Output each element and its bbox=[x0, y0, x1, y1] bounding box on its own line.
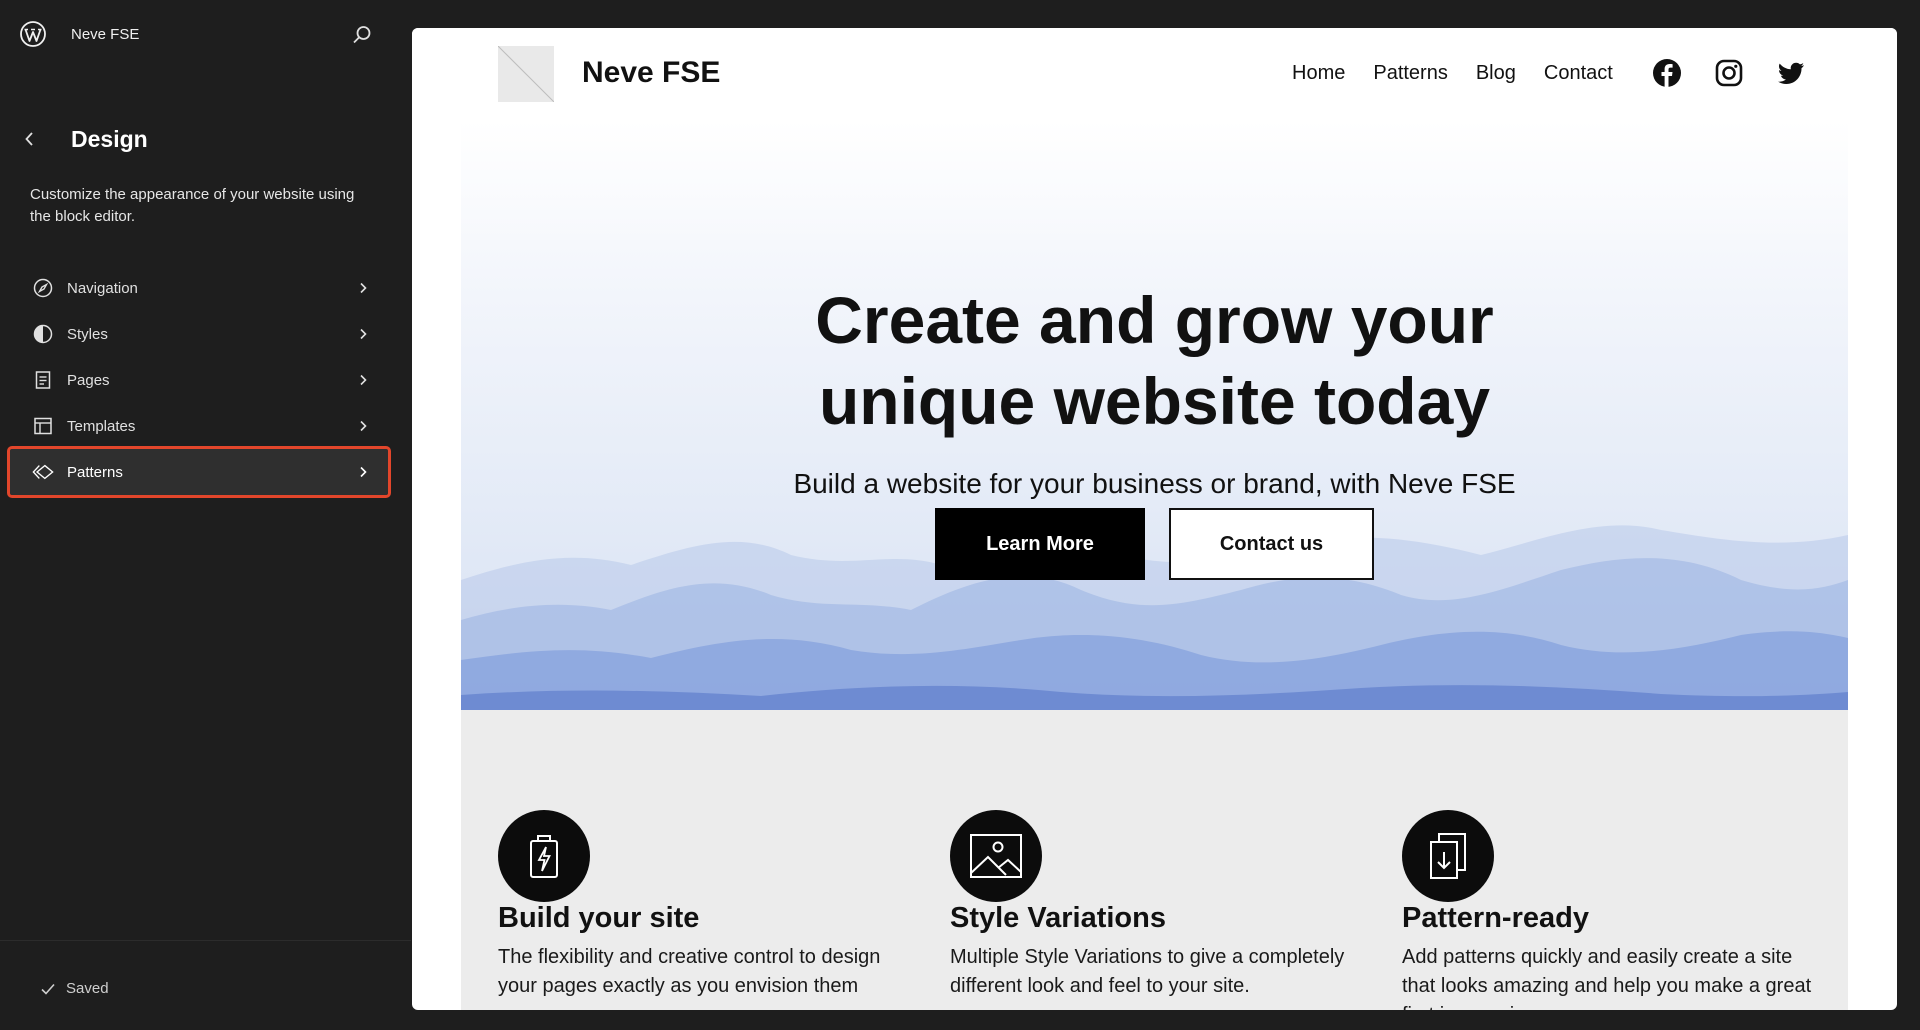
hero-heading-line-1: Create and grow your bbox=[815, 283, 1494, 357]
sidebar-item-label: Navigation bbox=[67, 279, 138, 297]
site-title[interactable]: Neve FSE bbox=[582, 56, 720, 90]
feature-title: Style Variations bbox=[950, 902, 1166, 934]
save-status-label: Saved bbox=[66, 980, 109, 997]
search-icon[interactable] bbox=[351, 24, 373, 46]
chevron-right-icon bbox=[360, 420, 367, 432]
sidebar-item-navigation[interactable]: Navigation bbox=[10, 265, 388, 311]
sidebar-item-label: Pages bbox=[67, 371, 110, 389]
site-name[interactable]: Neve FSE bbox=[71, 26, 139, 43]
design-header: Design bbox=[24, 126, 148, 152]
panel-description: Customize the appearance of your website… bbox=[30, 186, 355, 225]
features-section: Build your site The flexibility and crea… bbox=[461, 710, 1848, 1010]
styles-icon bbox=[32, 323, 54, 345]
design-nav-list: Navigation Styles Pages Templates Patter… bbox=[7, 265, 391, 498]
navigation-icon bbox=[32, 277, 54, 299]
hero-heading: Create and grow your unique website toda… bbox=[461, 280, 1848, 442]
save-status: Saved bbox=[40, 980, 109, 997]
sidebar-item-styles[interactable]: Styles bbox=[10, 311, 388, 357]
sidebar-item-label: Templates bbox=[67, 417, 136, 435]
download-document-icon bbox=[1402, 810, 1494, 902]
image-icon bbox=[950, 810, 1042, 902]
site-navigation: Home Patterns Blog Contact bbox=[1292, 62, 1641, 85]
pages-icon bbox=[32, 369, 54, 391]
chevron-right-icon bbox=[360, 466, 367, 478]
site-preview-canvas[interactable]: Neve FSE Home Patterns Blog Contact Crea… bbox=[412, 28, 1897, 1010]
chevron-right-icon bbox=[360, 374, 367, 386]
feature-text: The flexibility and creative control to … bbox=[498, 946, 881, 997]
site-header: Neve FSE Home Patterns Blog Contact bbox=[412, 28, 1897, 123]
instagram-icon[interactable] bbox=[1714, 58, 1744, 88]
sidebar-topbar: Neve FSE bbox=[0, 0, 411, 70]
hero-subtitle: Build a website for your business or bra… bbox=[793, 468, 1516, 499]
checkmark-icon bbox=[41, 983, 55, 995]
battery-icon bbox=[498, 810, 590, 902]
facebook-icon[interactable] bbox=[1652, 58, 1682, 88]
nav-link-patterns[interactable]: Patterns bbox=[1373, 62, 1447, 85]
sidebar-item-label: Styles bbox=[67, 325, 108, 343]
templates-icon bbox=[32, 415, 54, 437]
learn-more-button[interactable]: Learn More bbox=[935, 508, 1145, 580]
chevron-left-icon bbox=[25, 132, 33, 146]
feature-title: Build your site bbox=[498, 902, 700, 934]
twitter-icon[interactable] bbox=[1776, 58, 1806, 88]
hero-heading-line-2: unique website today bbox=[818, 364, 1491, 438]
feature-text: Multiple Style Variations to give a comp… bbox=[950, 946, 1345, 997]
sidebar-item-pages[interactable]: Pages bbox=[10, 357, 388, 403]
nav-link-blog[interactable]: Blog bbox=[1476, 62, 1516, 85]
sidebar-item-label: Patterns bbox=[67, 463, 123, 481]
sidebar-divider bbox=[0, 940, 411, 941]
patterns-icon bbox=[32, 461, 54, 483]
hero-section: Create and grow your unique website toda… bbox=[461, 120, 1848, 710]
wordpress-logo-icon[interactable] bbox=[20, 21, 46, 47]
site-logo-placeholder[interactable] bbox=[497, 45, 555, 103]
sidebar-item-templates[interactable]: Templates bbox=[10, 403, 388, 449]
chevron-right-icon bbox=[360, 328, 367, 340]
panel-title: Design bbox=[71, 126, 148, 152]
feature-text: Add patterns quickly and easily create a… bbox=[1402, 946, 1812, 1010]
placeholder-image-icon bbox=[497, 45, 555, 103]
feature-title: Pattern-ready bbox=[1402, 902, 1589, 934]
sidebar-item-patterns[interactable]: Patterns bbox=[7, 446, 391, 498]
chevron-right-icon bbox=[360, 282, 367, 294]
nav-link-contact[interactable]: Contact bbox=[1544, 62, 1613, 85]
mountains-background-image bbox=[461, 525, 1848, 710]
contact-us-button[interactable]: Contact us bbox=[1169, 508, 1374, 580]
nav-link-home[interactable]: Home bbox=[1292, 62, 1345, 85]
back-button[interactable] bbox=[24, 128, 42, 150]
site-editor-sidebar: Neve FSE Design Customize the appearance… bbox=[0, 0, 411, 1030]
